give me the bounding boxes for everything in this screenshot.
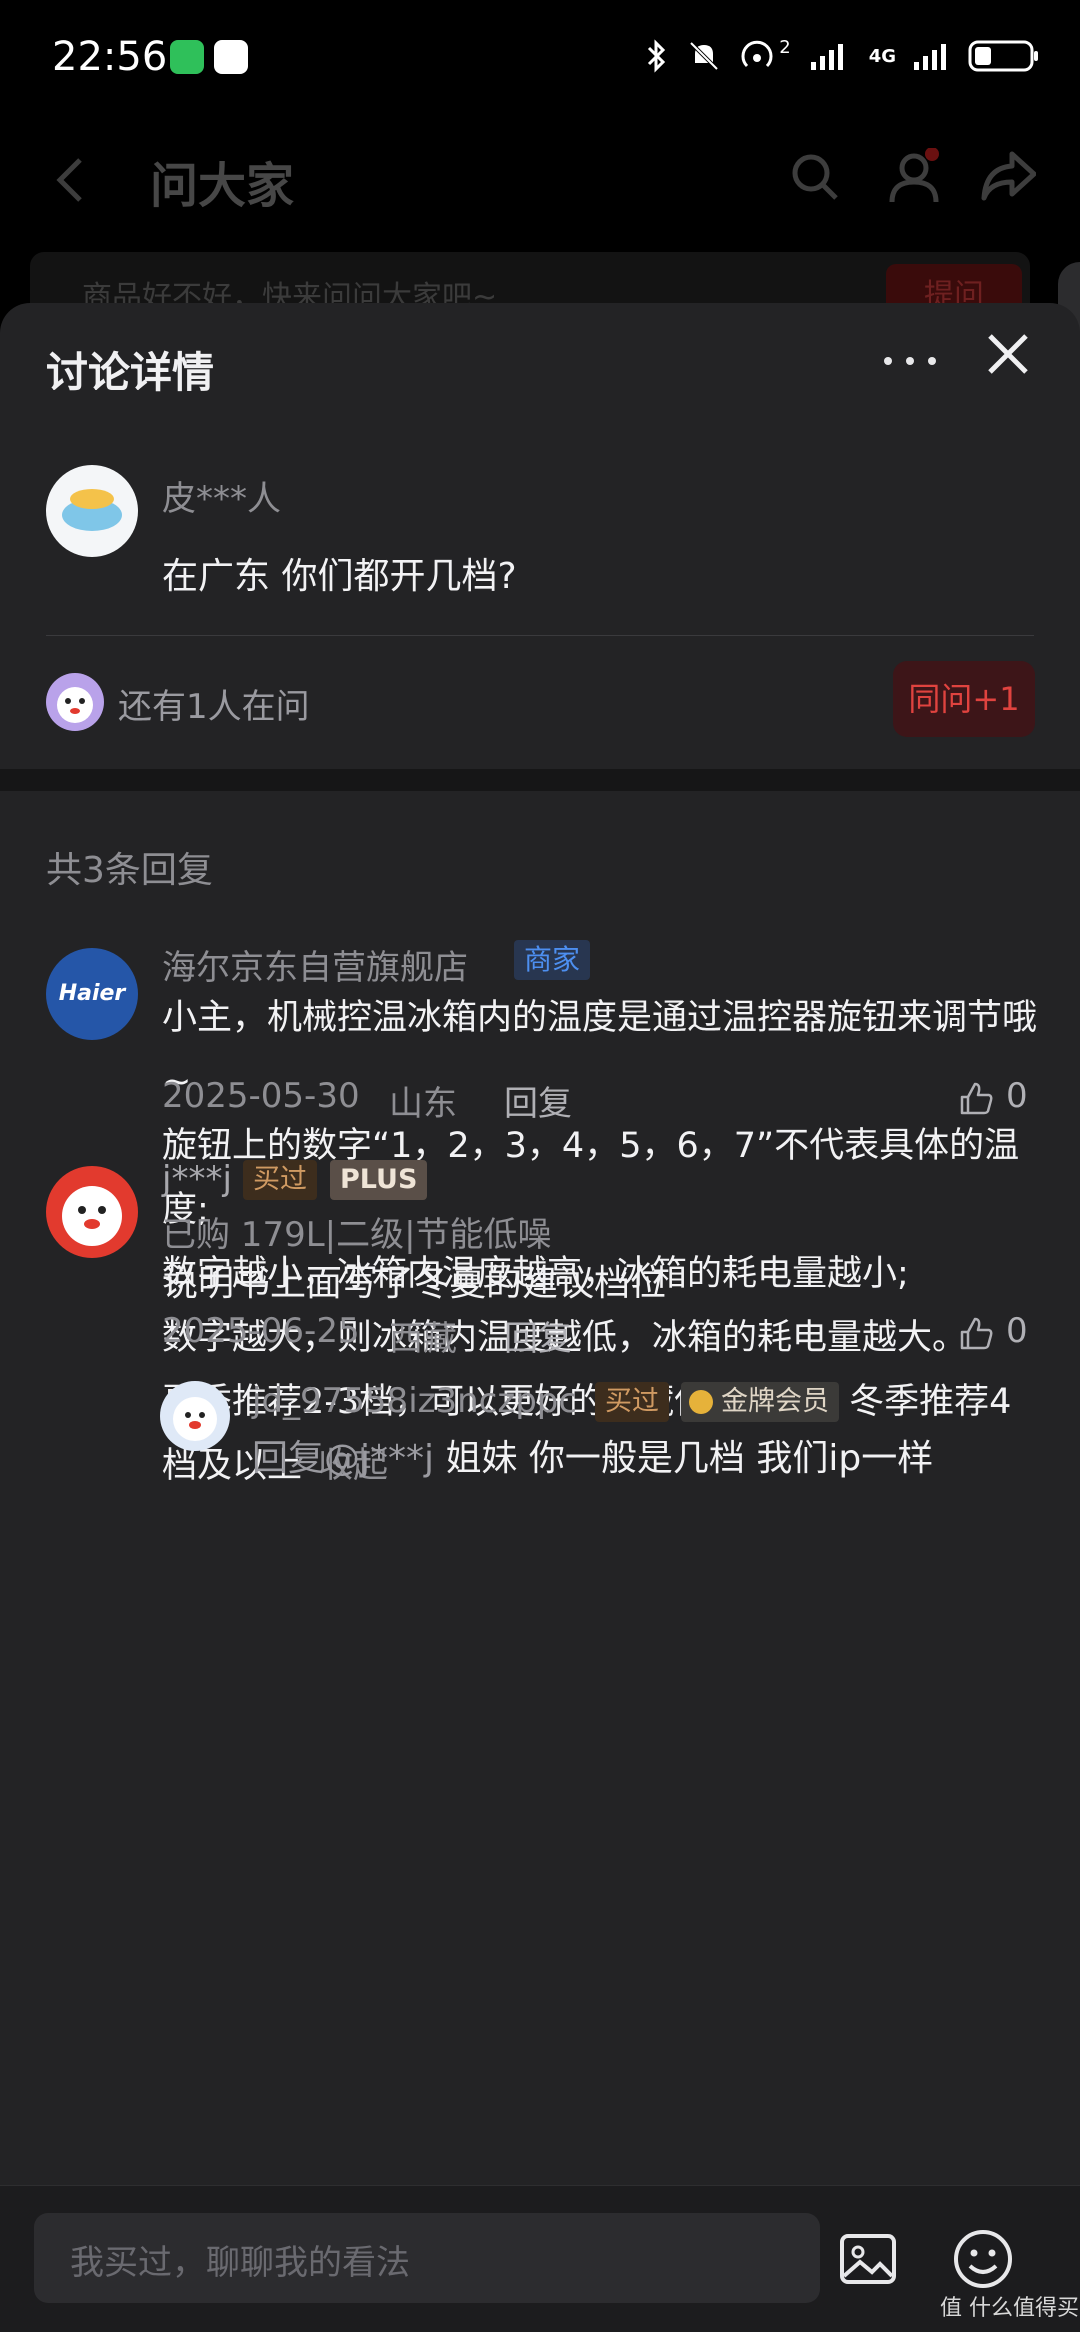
purchased-sku: 已购 179L|二级|节能低噪 bbox=[162, 1215, 552, 1255]
reply-content: 姐妹 你一般是几档 我们ip一样 bbox=[445, 1438, 934, 1479]
bluetooth-icon bbox=[648, 39, 666, 73]
nested-reply-avatar[interactable] bbox=[160, 1381, 230, 1451]
status-time: 22:56 bbox=[52, 34, 168, 80]
reply-count: 共3条回复 bbox=[46, 850, 213, 891]
status-bar: 22:56 2 4G bbox=[0, 0, 1080, 120]
share-icon[interactable] bbox=[980, 150, 1036, 202]
reply-user: j***j bbox=[162, 1159, 232, 1199]
background-page-title: 问大家 bbox=[150, 158, 295, 214]
comment-input[interactable]: 我买过，聊聊我的看法 bbox=[34, 2213, 820, 2303]
joy-mascot-icon bbox=[62, 1186, 122, 1246]
reply-text: 说明书上面写了冬夏的建议档位 bbox=[162, 1263, 667, 1304]
signal-icon-2 bbox=[914, 44, 946, 70]
reply-date: 2025-06-25 bbox=[162, 1311, 360, 1351]
comment-bar: 我买过，聊聊我的看法 bbox=[0, 2185, 1080, 2332]
battery-icon bbox=[968, 40, 1038, 72]
same-question-button[interactable]: 同问+1 bbox=[893, 661, 1035, 737]
status-icons: 2 4G bbox=[645, 36, 1040, 74]
others-asking-text: 还有1人在问 bbox=[118, 687, 310, 727]
joy-mascot-icon bbox=[173, 1397, 217, 1441]
search-icon[interactable] bbox=[790, 152, 840, 202]
merchant-badge: 商家 bbox=[514, 940, 591, 980]
like-count: 0 bbox=[1006, 1076, 1028, 1116]
discussion-detail-sheet: 讨论详情 皮***人 在广东 你们都开几档? 还有1人在问 同问+1 共3条回复… bbox=[0, 303, 1080, 2331]
cartoon-avatar-icon bbox=[62, 489, 122, 531]
reply-text: 回复@j***j 姐妹 你一般是几档 我们ip一样 bbox=[252, 1429, 933, 1481]
nfc-icon bbox=[214, 40, 248, 74]
joy-mascot-icon bbox=[57, 687, 93, 723]
hotspot-icon bbox=[741, 40, 773, 68]
question-user: 皮***人 bbox=[162, 479, 281, 519]
reply-user: 海尔京东自营旗舰店 bbox=[162, 948, 468, 988]
reply-button[interactable]: 回复 bbox=[504, 1076, 572, 1125]
jd-coin-icon bbox=[689, 1390, 713, 1414]
reply-button[interactable]: 回复 bbox=[504, 1311, 572, 1360]
reply-location: 西藏 bbox=[389, 1319, 457, 1359]
back-icon[interactable] bbox=[56, 156, 84, 204]
reply-location: 山东 bbox=[389, 1084, 457, 1124]
more-icon[interactable] bbox=[880, 351, 940, 371]
divider bbox=[46, 635, 1034, 636]
asker-avatar[interactable] bbox=[46, 465, 138, 557]
wechat-icon bbox=[170, 40, 204, 74]
gold-member-badge: 金牌会员 bbox=[681, 1382, 839, 1422]
question-text: 在广东 你们都开几档? bbox=[162, 556, 517, 597]
merchant-avatar[interactable]: Haier bbox=[46, 948, 138, 1040]
reply-user: jd_97558iz3nczppc bbox=[252, 1381, 578, 1421]
watermark: 值 什么值得买 bbox=[940, 2296, 1079, 2321]
emoji-icon[interactable] bbox=[952, 2228, 1014, 2290]
comment-placeholder: 我买过，聊聊我的看法 bbox=[70, 2243, 410, 2283]
wifi-superscript: 2 bbox=[779, 36, 791, 58]
signal-icon bbox=[810, 44, 843, 70]
mute-bell-icon bbox=[689, 41, 719, 71]
close-icon[interactable] bbox=[982, 328, 1034, 380]
like-count: 0 bbox=[1006, 1311, 1028, 1351]
thumbs-up-icon[interactable] bbox=[958, 1081, 994, 1117]
jd-joy-avatar[interactable] bbox=[46, 1166, 138, 1258]
section-divider bbox=[0, 769, 1080, 791]
joy-avatar bbox=[46, 673, 104, 731]
bought-badge: 买过 bbox=[243, 1160, 317, 1200]
network-type: 4G bbox=[868, 45, 896, 67]
sheet-title: 讨论详情 bbox=[46, 348, 215, 397]
bought-badge: 买过 bbox=[595, 1382, 669, 1422]
gold-member-label: 金牌会员 bbox=[721, 1386, 829, 1417]
plus-badge: PLUS bbox=[330, 1160, 428, 1200]
image-icon[interactable] bbox=[838, 2232, 898, 2288]
reply-to[interactable]: 回复@j***j bbox=[252, 1438, 434, 1479]
reply-date: 2025-05-30 bbox=[162, 1076, 360, 1116]
thumbs-up-icon[interactable] bbox=[958, 1316, 994, 1352]
user-icon[interactable] bbox=[886, 148, 942, 204]
